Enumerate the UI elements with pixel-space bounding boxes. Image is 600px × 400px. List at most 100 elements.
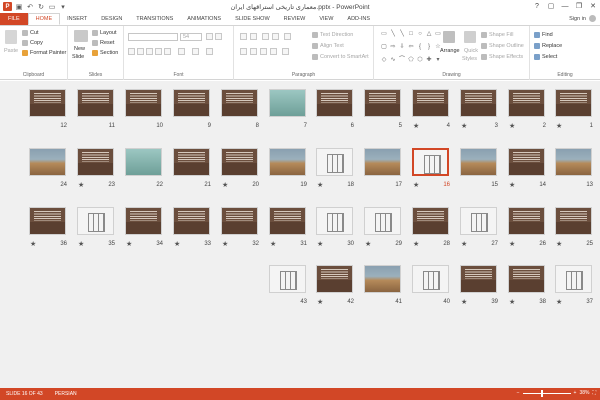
slide-thumbnail[interactable] <box>412 148 449 176</box>
animation-star-icon[interactable]: ★ <box>461 298 467 306</box>
slide-thumbnail[interactable] <box>77 207 114 235</box>
brace-icon[interactable]: } <box>425 43 433 55</box>
tab-animations[interactable]: ANIMATIONS <box>180 13 228 25</box>
animation-star-icon[interactable]: ★ <box>317 181 323 189</box>
tab-design[interactable]: DESIGN <box>94 13 129 25</box>
language-indicator[interactable]: PERSIAN <box>49 391 83 397</box>
slide-thumbnail[interactable] <box>269 148 306 176</box>
slide-thumbnail[interactable] <box>508 148 545 176</box>
tab-insert[interactable]: INSERT <box>60 13 94 25</box>
animation-star-icon[interactable]: ★ <box>413 181 419 189</box>
numbering-icon[interactable] <box>250 33 257 40</box>
textbox-icon[interactable]: ▭ <box>380 30 388 42</box>
select-button[interactable]: Select <box>534 54 557 60</box>
convert-smartart-button[interactable]: Convert to SmartArt <box>312 54 369 60</box>
replace-button[interactable]: Replace <box>534 43 562 49</box>
cross-icon[interactable]: ✚ <box>425 56 433 68</box>
align-left-icon[interactable] <box>240 48 247 55</box>
rounded-rect-icon[interactable]: ▢ <box>380 43 388 55</box>
slide-thumbnail[interactable] <box>125 207 162 235</box>
slide-thumbnail[interactable] <box>316 207 353 235</box>
slide-thumbnail[interactable] <box>412 89 449 117</box>
brace-icon[interactable]: { <box>416 43 424 55</box>
slide-thumbnail[interactable] <box>221 207 258 235</box>
animation-star-icon[interactable]: ★ <box>174 240 180 248</box>
quick-styles-button[interactable]: Quick <box>464 48 478 54</box>
slide-thumbnail[interactable] <box>460 148 497 176</box>
tab-file[interactable]: FILE <box>0 13 28 25</box>
quick-styles-icon[interactable] <box>464 31 476 43</box>
strikethrough-icon[interactable] <box>164 48 171 55</box>
shape-fill-button[interactable]: Shape Fill <box>481 32 513 38</box>
animation-star-icon[interactable]: ★ <box>509 240 515 248</box>
new-slide-button[interactable]: New <box>74 46 85 52</box>
paste-button[interactable]: Paste <box>4 48 18 54</box>
font-size-combo[interactable]: 54 <box>180 33 202 41</box>
animation-star-icon[interactable]: ★ <box>365 240 371 248</box>
slide-thumbnail[interactable] <box>555 89 592 117</box>
decrease-indent-icon[interactable] <box>262 33 269 40</box>
line-icon[interactable]: ╲ <box>398 30 406 42</box>
slide-thumbnail[interactable] <box>460 207 497 235</box>
slide-thumbnail[interactable] <box>364 207 401 235</box>
paste-icon[interactable] <box>5 30 17 44</box>
slide-thumbnail[interactable] <box>460 89 497 117</box>
slide-thumbnail[interactable] <box>173 207 210 235</box>
animation-star-icon[interactable]: ★ <box>270 240 276 248</box>
tab-slide-show[interactable]: SLIDE SHOW <box>228 13 277 25</box>
slide-thumbnail[interactable] <box>508 265 545 293</box>
animation-star-icon[interactable]: ★ <box>509 181 515 189</box>
animation-star-icon[interactable]: ★ <box>556 240 562 248</box>
animation-star-icon[interactable]: ★ <box>317 298 323 306</box>
font-name-combo[interactable] <box>128 33 178 41</box>
hexagon-icon[interactable]: ⬡ <box>416 56 424 68</box>
slide-thumbnail[interactable] <box>555 148 592 176</box>
slide-thumbnail[interactable] <box>221 148 258 176</box>
tab-review[interactable]: REVIEW <box>277 13 313 25</box>
reset-button[interactable]: Reset <box>92 40 114 46</box>
line-spacing-icon[interactable] <box>284 33 291 40</box>
zoom-slider[interactable] <box>522 389 571 397</box>
slide-thumbnail[interactable] <box>29 207 66 235</box>
help-button[interactable]: ? <box>530 0 544 12</box>
restore-button[interactable]: ❐ <box>572 0 586 12</box>
tab-view[interactable]: VIEW <box>312 13 340 25</box>
animation-star-icon[interactable]: ★ <box>556 298 562 306</box>
animation-star-icon[interactable]: ★ <box>222 240 228 248</box>
zoom-level[interactable]: 38% <box>579 390 589 396</box>
rectangle-icon[interactable]: □ <box>407 30 415 42</box>
zoom-out-icon[interactable]: − <box>517 390 520 396</box>
zoom-slider-knob[interactable] <box>540 389 543 397</box>
bold-icon[interactable] <box>128 48 135 55</box>
slide-thumbnail[interactable] <box>173 89 210 117</box>
slide-thumbnail[interactable] <box>316 89 353 117</box>
underline-icon[interactable] <box>146 48 153 55</box>
slide-thumbnail[interactable] <box>125 148 162 176</box>
align-center-icon[interactable] <box>250 48 257 55</box>
sign-in[interactable]: Sign in <box>569 15 596 22</box>
arrow-icon[interactable]: ⇨ <box>389 43 397 55</box>
oval-icon[interactable]: ○ <box>416 30 424 42</box>
font-color-icon[interactable] <box>206 48 213 55</box>
italic-icon[interactable] <box>137 48 144 55</box>
curve-icon[interactable]: ∿ <box>389 56 397 68</box>
arrange-icon[interactable] <box>443 31 455 43</box>
slide-thumbnail[interactable] <box>555 265 592 293</box>
slide-thumbnail[interactable] <box>412 265 449 293</box>
animation-star-icon[interactable]: ★ <box>30 240 36 248</box>
animation-star-icon[interactable]: ★ <box>222 181 228 189</box>
change-case-icon[interactable] <box>192 48 199 55</box>
slide-thumbnail[interactable] <box>125 89 162 117</box>
arrow-icon[interactable]: ⇩ <box>398 43 406 55</box>
fit-to-window-icon[interactable]: ⛶ <box>592 390 596 396</box>
slide-thumbnail[interactable] <box>269 265 306 293</box>
slide-thumbnail[interactable] <box>364 89 401 117</box>
shape-outline-button[interactable]: Shape Outline <box>481 43 524 49</box>
animation-star-icon[interactable]: ★ <box>556 122 562 130</box>
new-slide-icon[interactable] <box>74 30 88 42</box>
triangle-icon[interactable]: △ <box>425 30 433 42</box>
cut-button[interactable]: Cut <box>22 30 39 36</box>
slide-thumbnail[interactable] <box>364 148 401 176</box>
slide-thumbnail[interactable] <box>508 89 545 117</box>
animation-star-icon[interactable]: ★ <box>509 122 515 130</box>
